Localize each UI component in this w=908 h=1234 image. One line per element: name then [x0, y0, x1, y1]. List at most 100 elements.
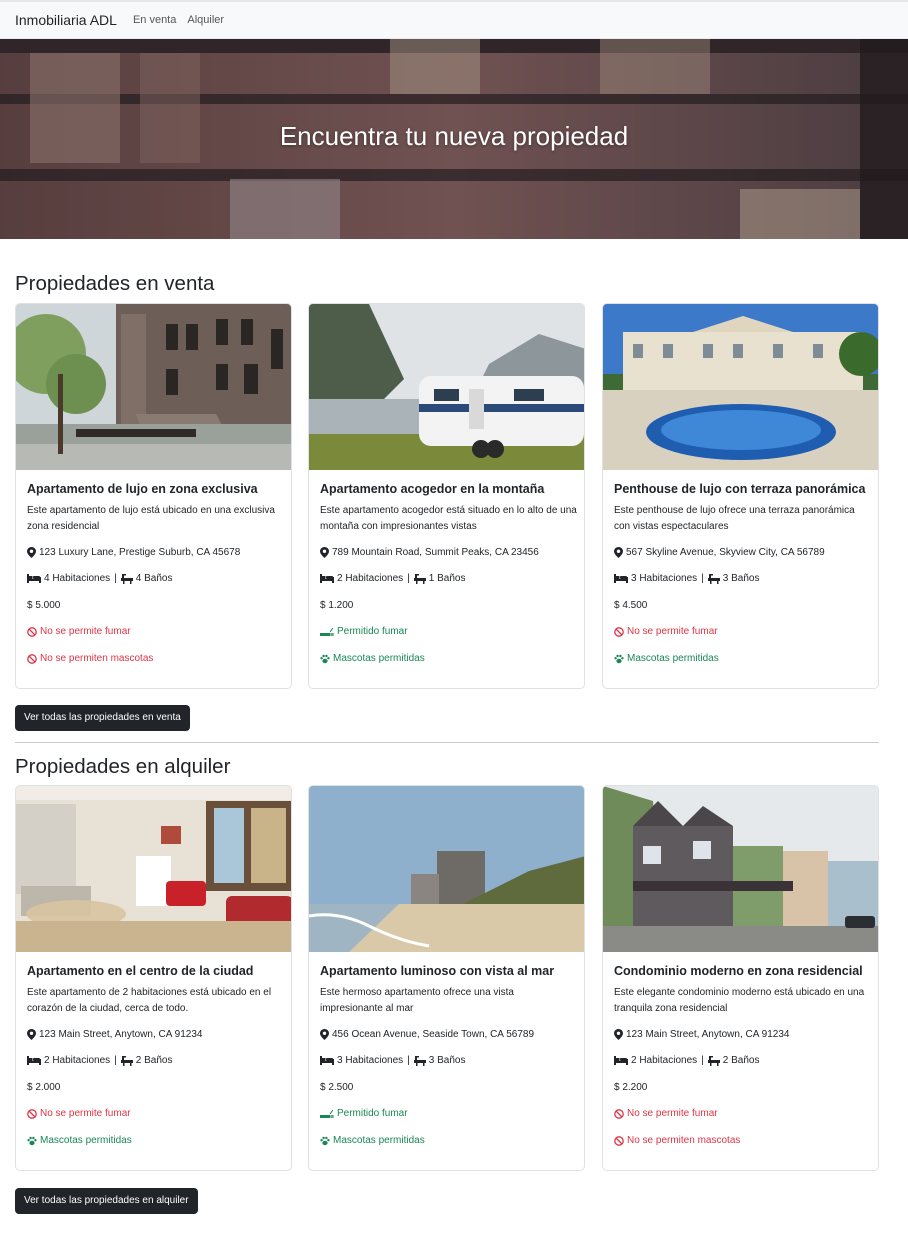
pets-text: Mascotas permitidas: [627, 653, 719, 664]
smoking-policy: No se permite fumar: [614, 626, 718, 637]
pets-text: Mascotas permitidas: [333, 1135, 425, 1146]
pets-policy: No se permiten mascotas: [27, 653, 153, 664]
smoking-text: No se permite fumar: [627, 1108, 718, 1119]
smoking-policy: No se permite fumar: [27, 626, 131, 637]
rent-cards: Apartamento en el centro de la ciudad Es…: [15, 785, 879, 1171]
smoking-policy: Permitido fumar: [320, 626, 408, 637]
address-text: 567 Skyline Avenue, Skyview City, CA 567…: [626, 547, 825, 558]
pets-policy: Mascotas permitidas: [320, 1135, 425, 1146]
map-marker-icon: [320, 1029, 329, 1040]
address-text: 456 Ocean Avenue, Seaside Town, CA 56789: [332, 1029, 535, 1040]
brand-link[interactable]: Inmobiliaria ADL: [15, 12, 117, 28]
smoking-text: Permitido fumar: [337, 626, 408, 637]
ban-icon: [27, 1108, 37, 1119]
pets-policy: No se permiten mascotas: [614, 1135, 740, 1146]
bed-icon: [320, 1056, 334, 1065]
property-address: 123 Main Street, Anytown, CA 91234: [614, 1029, 789, 1040]
property-card[interactable]: Apartamento luminoso con vista al mar Es…: [308, 785, 585, 1171]
rooms-text: 2 Habitaciones: [44, 1055, 111, 1066]
map-marker-icon: [320, 547, 329, 558]
property-image: [603, 304, 878, 470]
property-description: Este elegante condominio moderno está ub…: [614, 987, 865, 1014]
baths-text: 3 Baños: [428, 1055, 466, 1066]
property-price: $ 2.500: [320, 1082, 354, 1093]
nav-link-alquiler[interactable]: Alquiler: [187, 14, 224, 26]
rooms-text: 3 Habitaciones: [337, 1055, 404, 1066]
separator: |: [701, 573, 704, 584]
section-divider: [15, 742, 879, 743]
property-card[interactable]: Apartamento acogedor en la montaña Este …: [308, 303, 585, 689]
property-card[interactable]: Apartamento en el centro de la ciudad Es…: [15, 785, 292, 1171]
pets-text: No se permiten mascotas: [40, 653, 154, 664]
bath-icon: [120, 1055, 133, 1066]
sale-cards: Apartamento de lujo en zona exclusiva Es…: [15, 303, 879, 689]
property-image: [309, 304, 584, 470]
rooms-text: 2 Habitaciones: [337, 573, 404, 584]
pets-text: No se permiten mascotas: [627, 1135, 741, 1146]
ban-icon: [27, 653, 37, 664]
property-description: Este apartamento de lujo está ubicado en…: [27, 505, 275, 532]
property-rooms-baths: 2 Habitaciones | 1 Baños: [320, 573, 465, 584]
property-price: $ 2.200: [614, 1082, 648, 1093]
bath-icon: [413, 1055, 426, 1066]
bed-icon: [614, 574, 628, 583]
separator: |: [701, 1055, 704, 1066]
property-card[interactable]: Apartamento de lujo en zona exclusiva Es…: [15, 303, 292, 689]
bed-icon: [27, 574, 41, 583]
property-title[interactable]: Condominio moderno en zona residencial: [614, 964, 874, 978]
map-marker-icon: [27, 1029, 36, 1040]
property-title[interactable]: Apartamento acogedor en la montaña: [320, 482, 580, 496]
baths-text: 2 Baños: [135, 1055, 173, 1066]
ban-icon: [614, 1108, 624, 1119]
smoking-icon: [320, 627, 334, 636]
hero-banner: Encuentra tu nueva propiedad: [0, 39, 908, 239]
property-image: [309, 786, 584, 952]
view-all-rent-button[interactable]: Ver todas las propiedades en alquiler: [15, 1188, 198, 1214]
property-address: 567 Skyline Avenue, Skyview City, CA 567…: [614, 547, 825, 558]
map-marker-icon: [614, 1029, 623, 1040]
baths-text: 4 Baños: [135, 573, 173, 584]
bed-icon: [320, 574, 334, 583]
property-address: 456 Ocean Avenue, Seaside Town, CA 56789: [320, 1029, 534, 1040]
property-description: Este penthouse de lujo ofrece una terraz…: [614, 505, 855, 532]
ban-icon: [27, 626, 37, 637]
sale-section-title: Propiedades en venta: [15, 272, 215, 295]
paw-icon: [27, 1136, 37, 1145]
rooms-text: 2 Habitaciones: [631, 1055, 698, 1066]
property-rooms-baths: 3 Habitaciones | 3 Baños: [614, 573, 759, 584]
bed-icon: [614, 1056, 628, 1065]
property-card[interactable]: Penthouse de lujo con terraza panorámica…: [602, 303, 879, 689]
view-all-sale-button[interactable]: Ver todas las propiedades en venta: [15, 705, 190, 731]
separator: |: [114, 573, 117, 584]
bath-icon: [120, 573, 133, 584]
property-title[interactable]: Apartamento de lujo en zona exclusiva: [27, 482, 287, 496]
rooms-text: 3 Habitaciones: [631, 573, 698, 584]
property-title[interactable]: Apartamento luminoso con vista al mar: [320, 964, 580, 978]
paw-icon: [320, 654, 330, 663]
bath-icon: [413, 573, 426, 584]
property-price: $ 2.000: [27, 1082, 61, 1093]
ban-icon: [614, 626, 624, 637]
smoking-text: No se permite fumar: [40, 1108, 131, 1119]
bed-icon: [27, 1056, 41, 1065]
bath-icon: [707, 1055, 720, 1066]
property-title[interactable]: Penthouse de lujo con terraza panorámica: [614, 482, 874, 496]
paw-icon: [320, 1136, 330, 1145]
pets-text: Mascotas permitidas: [333, 653, 425, 664]
property-rooms-baths: 3 Habitaciones | 3 Baños: [320, 1055, 465, 1066]
map-marker-icon: [614, 547, 623, 558]
nav-link-en-venta[interactable]: En venta: [133, 14, 176, 26]
bath-icon: [707, 573, 720, 584]
hero-title: Encuentra tu nueva propiedad: [279, 121, 629, 151]
property-title[interactable]: Apartamento en el centro de la ciudad: [27, 964, 287, 978]
property-card[interactable]: Condominio moderno en zona residencial E…: [602, 785, 879, 1171]
property-rooms-baths: 2 Habitaciones | 2 Baños: [614, 1055, 759, 1066]
smoking-text: No se permite fumar: [40, 626, 131, 637]
baths-text: 2 Baños: [722, 1055, 760, 1066]
smoking-policy: No se permite fumar: [27, 1108, 131, 1119]
baths-text: 1 Baños: [428, 573, 466, 584]
property-description: Este apartamento acogedor está situado e…: [320, 505, 577, 532]
pets-policy: Mascotas permitidas: [614, 653, 719, 664]
property-description: Este hermoso apartamento ofrece una vist…: [320, 987, 514, 1014]
map-marker-icon: [27, 547, 36, 558]
